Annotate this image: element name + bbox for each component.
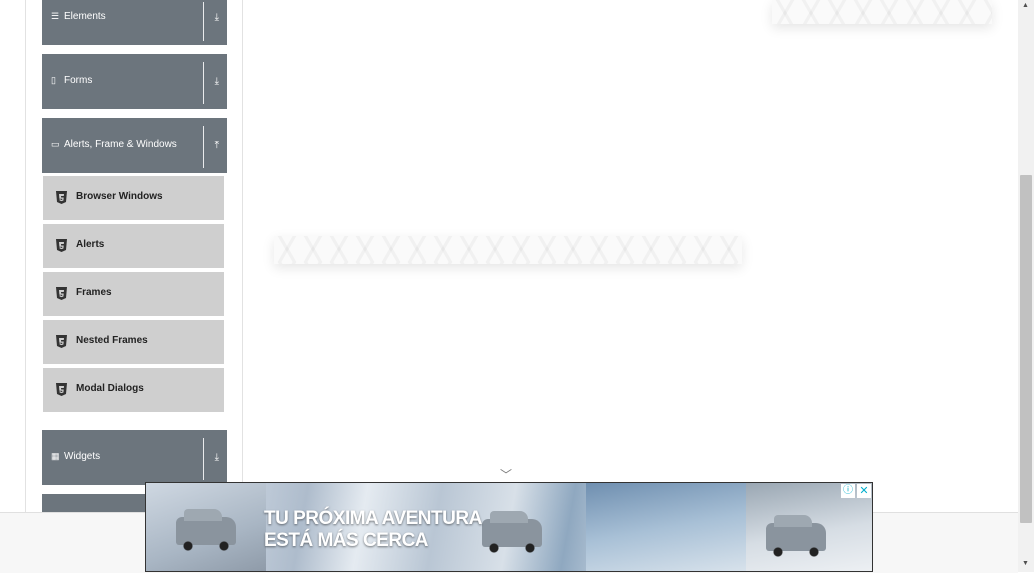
scroll-up-arrow-icon[interactable]: ▲ bbox=[1022, 2, 1029, 9]
ad-headline-line: ESTÁ MÁS CERCA bbox=[264, 530, 429, 551]
download-arrow-icon[interactable]: ⤓ bbox=[215, 76, 219, 87]
ad-placeholder-middle bbox=[274, 236, 742, 264]
submenu-item-modal-dialogs[interactable]: Modal Dialogs bbox=[43, 368, 224, 412]
header-divider bbox=[203, 438, 204, 480]
header-divider bbox=[203, 2, 204, 41]
html5-icon bbox=[56, 191, 67, 204]
scrollbar-thumb[interactable] bbox=[1020, 175, 1032, 523]
ad-placeholder-top bbox=[772, 0, 992, 24]
chevron-down-icon[interactable]: ﹀ bbox=[500, 466, 512, 483]
submenu-item-label: Modal Dialogs bbox=[76, 383, 144, 394]
html5-icon bbox=[56, 383, 67, 396]
vertical-scrollbar[interactable]: ▲ ▼ bbox=[1018, 0, 1034, 572]
html5-icon bbox=[56, 239, 67, 252]
group-header-widgets[interactable]: ▦ Widgets ⤓ bbox=[42, 430, 227, 485]
upload-arrow-icon[interactable]: ⤒ bbox=[215, 140, 219, 151]
submenu-item-label: Nested Frames bbox=[76, 335, 148, 346]
sidebar-border-right bbox=[242, 0, 243, 512]
group-header-label: Forms bbox=[64, 75, 93, 86]
ad-image-panel bbox=[586, 483, 746, 571]
ad-banner[interactable]: TU PRÓXIMA AVENTURA ESTÁ MÁS CERCA ⓘ ✕ bbox=[145, 482, 873, 572]
window-icon: ▭ bbox=[51, 139, 60, 149]
form-icon: ▯ bbox=[51, 75, 56, 85]
submenu-item-label: Alerts bbox=[76, 239, 105, 250]
download-arrow-icon[interactable]: ⤓ bbox=[215, 452, 219, 463]
group-header-label: Alerts, Frame & Windows bbox=[64, 139, 177, 150]
close-icon[interactable]: ✕ bbox=[857, 484, 871, 498]
info-icon[interactable]: ⓘ bbox=[841, 484, 855, 498]
submenu-item-label: Browser Windows bbox=[76, 191, 163, 202]
group-header-label: Elements bbox=[64, 11, 106, 22]
submenu-item-browser-windows[interactable]: Browser Windows bbox=[43, 176, 224, 220]
group-header-alerts-frame-windows[interactable]: ▭ Alerts, Frame & Windows ⤒ bbox=[42, 118, 227, 173]
submenu-item-frames[interactable]: Frames bbox=[43, 272, 224, 316]
submenu-item-label: Frames bbox=[76, 287, 112, 298]
car-image bbox=[766, 515, 826, 557]
group-header-label: Widgets bbox=[64, 451, 101, 462]
html5-icon bbox=[56, 335, 67, 348]
ad-headline-line: TU PRÓXIMA AVENTURA bbox=[264, 508, 482, 529]
header-divider bbox=[203, 62, 204, 104]
header-divider bbox=[203, 126, 204, 168]
submenu-item-alerts[interactable]: Alerts bbox=[43, 224, 224, 268]
html5-icon bbox=[56, 287, 67, 300]
group-header-elements[interactable]: ☰ Elements ⤓ bbox=[42, 0, 227, 45]
grid-icon: ▦ bbox=[51, 451, 60, 461]
download-arrow-icon[interactable]: ⤓ bbox=[215, 12, 219, 23]
car-image bbox=[482, 511, 542, 553]
content-border-left bbox=[25, 0, 26, 512]
car-image bbox=[176, 509, 236, 551]
menu-icon: ☰ bbox=[51, 11, 60, 21]
group-header-forms[interactable]: ▯ Forms ⤓ bbox=[42, 54, 227, 109]
scroll-down-arrow-icon[interactable]: ▼ bbox=[1022, 560, 1029, 567]
ad-headline: TU PRÓXIMA AVENTURA ESTÁ MÁS CERCA bbox=[264, 508, 482, 552]
submenu-item-nested-frames[interactable]: Nested Frames bbox=[43, 320, 224, 364]
